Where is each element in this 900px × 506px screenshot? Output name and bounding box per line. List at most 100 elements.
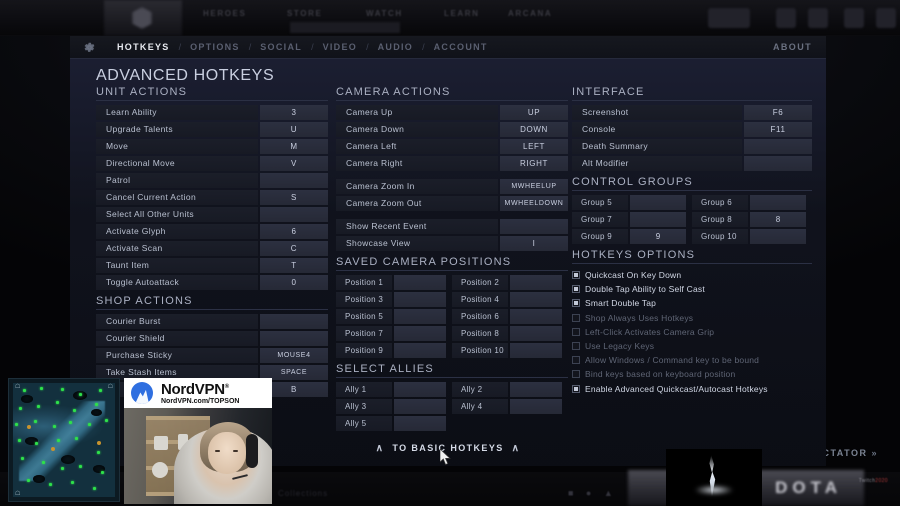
hotkey-binding[interactable] <box>744 139 812 154</box>
hotkey-cell[interactable]: Group 99 <box>572 229 692 244</box>
hotkey-binding[interactable] <box>510 343 562 358</box>
hotkey-row[interactable]: Taunt ItemT <box>96 258 328 273</box>
hotkey-row[interactable]: Select All Other Units <box>96 207 328 222</box>
hotkey-binding[interactable] <box>394 309 446 324</box>
hotkey-cell[interactable]: Position 1 <box>336 275 452 290</box>
hotkey-row[interactable]: Courier Burst <box>96 314 328 329</box>
checkbox-icon[interactable] <box>572 370 580 378</box>
hotkey-row[interactable]: Purchase StickyMOUSE4 <box>96 348 328 363</box>
hotkey-row[interactable]: Camera DownDOWN <box>336 122 568 137</box>
tab-audio[interactable]: AUDIO <box>369 36 423 59</box>
hotkey-binding[interactable]: V <box>260 156 328 171</box>
about-link[interactable]: ABOUT <box>773 36 812 59</box>
tab-video[interactable]: VIDEO <box>314 36 367 59</box>
hotkey-cell[interactable]: Ally 3 <box>336 399 452 414</box>
tab-hotkeys[interactable]: HOTKEYS <box>108 36 179 59</box>
currency-indicator[interactable] <box>708 8 750 28</box>
hotkey-binding[interactable]: 3 <box>260 105 328 120</box>
checkbox-icon[interactable] <box>572 385 580 393</box>
hotkey-binding[interactable]: UP <box>500 105 568 120</box>
tab-options[interactable]: OPTIONS <box>181 36 249 59</box>
option-double-tap-self-cast[interactable]: Double Tap Ability to Self Cast <box>572 282 812 296</box>
option-shop-always-uses-hotkeys[interactable]: Shop Always Uses Hotkeys <box>572 311 812 325</box>
hotkey-row[interactable]: Camera Zoom InMWHEELUP <box>336 179 568 194</box>
hotkey-binding[interactable]: F11 <box>744 122 812 137</box>
option-allow-windows-key[interactable]: Allow Windows / Command key to be bound <box>572 353 812 367</box>
hotkey-binding[interactable] <box>510 382 562 397</box>
hotkey-binding[interactable] <box>394 275 446 290</box>
option-use-legacy-keys[interactable]: Use Legacy Keys <box>572 339 812 353</box>
hotkey-cell[interactable]: Position 9 <box>336 343 452 358</box>
hotkey-binding[interactable]: MWHEELUP <box>500 179 568 194</box>
nav-item-store[interactable]: STORE <box>287 9 322 18</box>
hotkey-row[interactable]: Camera Zoom OutMWHEELDOWN <box>336 196 568 211</box>
hotkey-binding[interactable] <box>394 416 446 431</box>
option-enable-advanced-quickcast[interactable]: Enable Advanced Quickcast/Autocast Hotke… <box>572 382 812 396</box>
hotkey-cell[interactable]: Ally 5 <box>336 416 452 431</box>
nav-icon-profile[interactable] <box>776 8 796 28</box>
hotkey-binding[interactable] <box>510 309 562 324</box>
hotkey-binding[interactable]: RIGHT <box>500 156 568 171</box>
hotkey-row[interactable]: Camera UpUP <box>336 105 568 120</box>
nav-item-arcana[interactable]: ARCANA <box>508 9 552 18</box>
hotkey-binding[interactable]: 6 <box>260 224 328 239</box>
hotkey-binding[interactable]: LEFT <box>500 139 568 154</box>
nav-item-watch[interactable]: WATCH <box>366 9 403 18</box>
hotkey-binding[interactable]: F6 <box>744 105 812 120</box>
hotkey-binding[interactable]: T <box>260 258 328 273</box>
option-smart-double-tap[interactable]: Smart Double Tap <box>572 296 812 310</box>
hotkey-row[interactable]: Patrol <box>96 173 328 188</box>
checkbox-icon[interactable] <box>572 299 580 307</box>
hotkey-row[interactable]: ScreenshotF6 <box>572 105 812 120</box>
checkbox-icon[interactable] <box>572 356 580 364</box>
tab-social[interactable]: SOCIAL <box>251 36 311 59</box>
hotkey-row[interactable]: Courier Shield <box>96 331 328 346</box>
checkbox-icon[interactable] <box>572 314 580 322</box>
hotkey-binding[interactable]: C <box>260 241 328 256</box>
hotkey-row[interactable]: ConsoleF11 <box>572 122 812 137</box>
nav-item-learn[interactable]: LEARN <box>444 9 480 18</box>
nav-item-heroes[interactable]: HEROES <box>203 9 246 18</box>
option-bind-keys-by-position[interactable]: Bind keys based on keyboard position <box>572 367 812 381</box>
hotkey-cell[interactable]: Position 7 <box>336 326 452 341</box>
hotkey-row[interactable]: Alt Modifier <box>572 156 812 171</box>
nav-icon-account[interactable] <box>876 8 896 28</box>
hotkey-cell[interactable]: Position 8 <box>452 326 568 341</box>
hotkey-row[interactable]: Upgrade TalentsU <box>96 122 328 137</box>
hotkey-row[interactable]: Toggle Autoattack0 <box>96 275 328 290</box>
hotkey-binding[interactable] <box>394 292 446 307</box>
hotkey-binding[interactable] <box>510 326 562 341</box>
hotkey-binding[interactable] <box>260 331 328 346</box>
hotkey-row[interactable]: Directional MoveV <box>96 156 328 171</box>
hotkey-binding[interactable] <box>394 343 446 358</box>
hotkey-binding[interactable]: U <box>260 122 328 137</box>
checkbox-icon[interactable] <box>572 285 580 293</box>
hotkey-binding[interactable] <box>260 173 328 188</box>
hotkey-binding[interactable] <box>394 399 446 414</box>
hotkey-binding[interactable]: MOUSE4 <box>260 348 328 363</box>
hotkey-cell[interactable]: Group 5 <box>572 195 692 210</box>
hotkey-cell[interactable]: Group 88 <box>692 212 812 227</box>
hotkey-row[interactable]: Showcase ViewI <box>336 236 568 251</box>
hotkey-binding[interactable]: S <box>260 190 328 205</box>
hotkey-cell[interactable]: Position 4 <box>452 292 568 307</box>
hotkey-binding[interactable] <box>394 326 446 341</box>
hotkey-binding[interactable] <box>630 212 686 227</box>
hotkey-row[interactable]: Cancel Current ActionS <box>96 190 328 205</box>
hotkey-binding[interactable] <box>260 314 328 329</box>
hotkey-cell[interactable]: Ally 4 <box>452 399 568 414</box>
hotkey-cell[interactable]: Group 10 <box>692 229 812 244</box>
hotkey-binding[interactable] <box>510 292 562 307</box>
hotkey-cell[interactable]: Position 10 <box>452 343 568 358</box>
hotkey-row[interactable]: Camera LeftLEFT <box>336 139 568 154</box>
hotkey-binding[interactable]: M <box>260 139 328 154</box>
hotkey-cell[interactable]: Group 7 <box>572 212 692 227</box>
hotkey-binding[interactable]: 8 <box>750 212 806 227</box>
hotkey-row[interactable]: MoveM <box>96 139 328 154</box>
hotkey-cell[interactable]: Ally 2 <box>452 382 568 397</box>
hotkey-cell[interactable]: Group 6 <box>692 195 812 210</box>
nav-icon-settings[interactable] <box>808 8 828 28</box>
checkbox-icon[interactable] <box>572 271 580 279</box>
hotkey-binding[interactable] <box>750 195 806 210</box>
hotkey-binding[interactable] <box>630 195 686 210</box>
